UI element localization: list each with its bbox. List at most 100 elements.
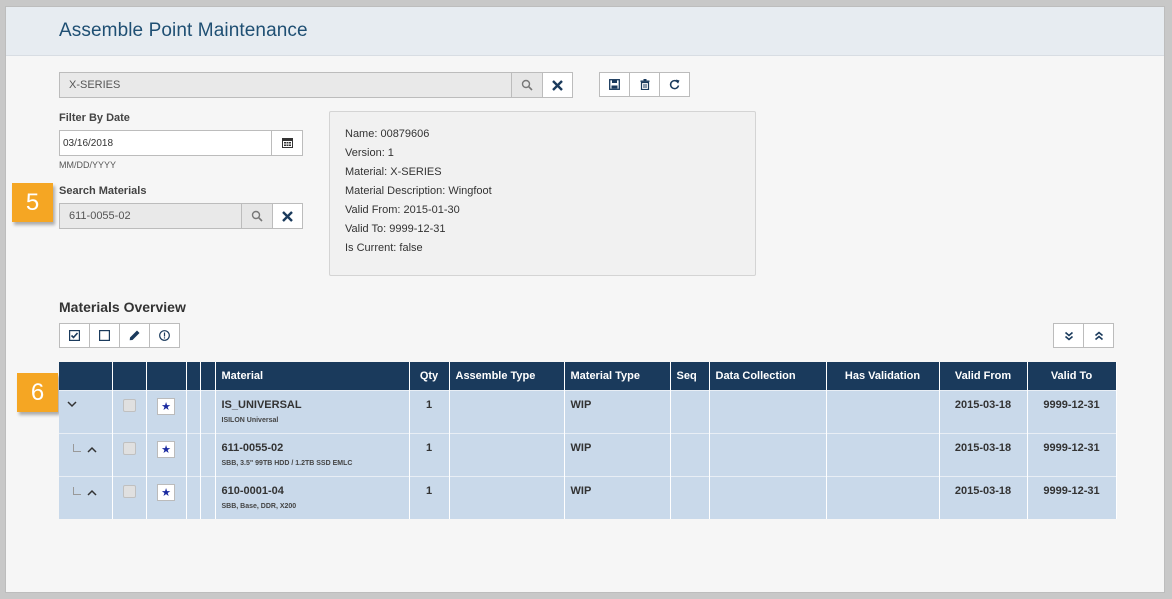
- row-checkbox-cell: [112, 389, 147, 433]
- material-description: SBB, Base, DDR, X200: [221, 502, 297, 510]
- star-icon[interactable]: ★: [157, 397, 175, 415]
- material-search-input[interactable]: 611-0055-02: [59, 203, 242, 229]
- row-spacer: [186, 389, 201, 433]
- row-spacer: [186, 475, 201, 519]
- row-checkbox[interactable]: [122, 441, 136, 455]
- material-search-button[interactable]: [241, 203, 273, 229]
- row-toggle[interactable]: [59, 475, 113, 519]
- col-qty[interactable]: Qty: [409, 362, 450, 390]
- cell-qty: 1: [409, 475, 450, 519]
- col-favorite: [146, 362, 187, 390]
- search-icon: [251, 210, 263, 222]
- row-checkbox-cell: [112, 432, 147, 476]
- cell-has-validation: [826, 389, 940, 433]
- refresh-button[interactable]: [659, 72, 690, 97]
- cell-valid-from: 2015-03-18: [939, 475, 1028, 519]
- page-title: Assemble Point Maintenance: [59, 20, 308, 41]
- cell-assemble-type: [449, 475, 565, 519]
- row-spacer: [200, 432, 216, 476]
- row-spacer: [200, 475, 216, 519]
- cell-data-collection: [709, 475, 827, 519]
- cell-assemble-type: [449, 389, 565, 433]
- info-valid-from: Valid From: 2015-01-30: [345, 204, 460, 216]
- table-header-row: Material Qty Assemble Type Material Type…: [59, 362, 1117, 390]
- app-window: Assemble Point Maintenance X-SERIES Filt…: [5, 6, 1165, 593]
- row-favorite-cell: ★: [146, 432, 187, 476]
- clear-search-button[interactable]: [542, 72, 573, 98]
- materials-table: Material Qty Assemble Type Material Type…: [59, 362, 1117, 519]
- checked-box-icon: [69, 330, 80, 341]
- col-expand: [59, 362, 113, 390]
- cell-qty: 1: [409, 432, 450, 476]
- grid-toolbar: [59, 323, 180, 348]
- page-header: Assemble Point Maintenance: [6, 7, 1164, 56]
- row-toggle[interactable]: [59, 432, 113, 476]
- star-icon[interactable]: ★: [157, 440, 175, 458]
- tree-connector: [73, 486, 81, 495]
- col-data-collection[interactable]: Data Collection: [709, 362, 827, 390]
- clear-material-search-button[interactable]: [272, 203, 303, 229]
- col-material-type[interactable]: Material Type: [564, 362, 671, 390]
- callout-badge-6: 6: [17, 373, 58, 412]
- info-name: Name: 00879606: [345, 128, 430, 140]
- expand-all-button[interactable]: [1053, 323, 1084, 348]
- col-spacer-1: [186, 362, 201, 390]
- col-material[interactable]: Material: [215, 362, 410, 390]
- collapse-all-button[interactable]: [1083, 323, 1114, 348]
- col-valid-to[interactable]: Valid To: [1027, 362, 1117, 390]
- close-icon: [552, 79, 563, 91]
- info-version: Version: 1: [345, 147, 394, 159]
- tree-connector: [73, 443, 81, 452]
- col-assemble-type[interactable]: Assemble Type: [449, 362, 565, 390]
- delete-button[interactable]: [629, 72, 660, 97]
- chevron-up-icon: [87, 489, 97, 496]
- select-all-button[interactable]: [59, 323, 90, 348]
- pencil-icon: [129, 330, 140, 341]
- star-icon[interactable]: ★: [157, 483, 175, 501]
- material-info-panel: Name: 00879606 Version: 1 Material: X-SE…: [329, 111, 756, 276]
- calendar-button[interactable]: [271, 130, 303, 156]
- table-row[interactable]: ★ 611-0055-02 SBB, 3.5" 99TB HDD / 1.2TB …: [59, 432, 1117, 476]
- row-checkbox[interactable]: [122, 398, 136, 412]
- chevron-up-icon: [87, 446, 97, 453]
- info-valid-to: Valid To: 9999-12-31: [345, 223, 446, 235]
- date-input[interactable]: 03/16/2018: [59, 130, 272, 156]
- cell-data-collection: [709, 389, 827, 433]
- calendar-icon: [281, 138, 293, 148]
- materials-overview-title: Materials Overview: [59, 299, 186, 315]
- cell-valid-to: 9999-12-31: [1027, 475, 1117, 519]
- close-icon: [282, 210, 293, 222]
- main-search-input[interactable]: X-SERIES: [59, 72, 512, 98]
- search-button[interactable]: [511, 72, 543, 98]
- deselect-all-button[interactable]: [89, 323, 120, 348]
- info-button[interactable]: [149, 323, 180, 348]
- record-toolbar: [599, 72, 690, 97]
- row-spacer: [200, 389, 216, 433]
- material-code: 611-0055-02: [221, 441, 284, 454]
- row-checkbox[interactable]: [122, 484, 136, 498]
- row-toggle[interactable]: [59, 389, 113, 433]
- cell-data-collection: [709, 432, 827, 476]
- material-code: IS_UNIVERSAL: [221, 398, 302, 411]
- col-valid-from[interactable]: Valid From: [939, 362, 1028, 390]
- trash-icon: [640, 79, 649, 90]
- cell-material-type: WIP: [564, 475, 671, 519]
- cell-material-type: WIP: [564, 389, 671, 433]
- cell-seq: [670, 432, 710, 476]
- table-row[interactable]: ★ IS_UNIVERSAL ISILON Universal 1 WIP 201…: [59, 389, 1117, 433]
- date-value: 03/16/2018: [63, 137, 114, 149]
- row-favorite-cell: ★: [146, 475, 187, 519]
- cell-qty: 1: [409, 389, 450, 433]
- refresh-icon: [669, 79, 680, 90]
- col-has-validation[interactable]: Has Validation: [826, 362, 940, 390]
- save-button[interactable]: [599, 72, 630, 97]
- cell-material: 610-0001-04 SBB, Base, DDR, X200: [215, 475, 410, 519]
- table-row[interactable]: ★ 610-0001-04 SBB, Base, DDR, X200 1 WIP …: [59, 475, 1117, 519]
- edit-button[interactable]: [119, 323, 150, 348]
- cell-has-validation: [826, 475, 940, 519]
- alert-circle-icon: [159, 330, 170, 341]
- col-seq[interactable]: Seq: [670, 362, 710, 390]
- cell-material: IS_UNIVERSAL ISILON Universal: [215, 389, 410, 433]
- cell-material: 611-0055-02 SBB, 3.5" 99TB HDD / 1.2TB SS…: [215, 432, 410, 476]
- cell-valid-from: 2015-03-18: [939, 432, 1028, 476]
